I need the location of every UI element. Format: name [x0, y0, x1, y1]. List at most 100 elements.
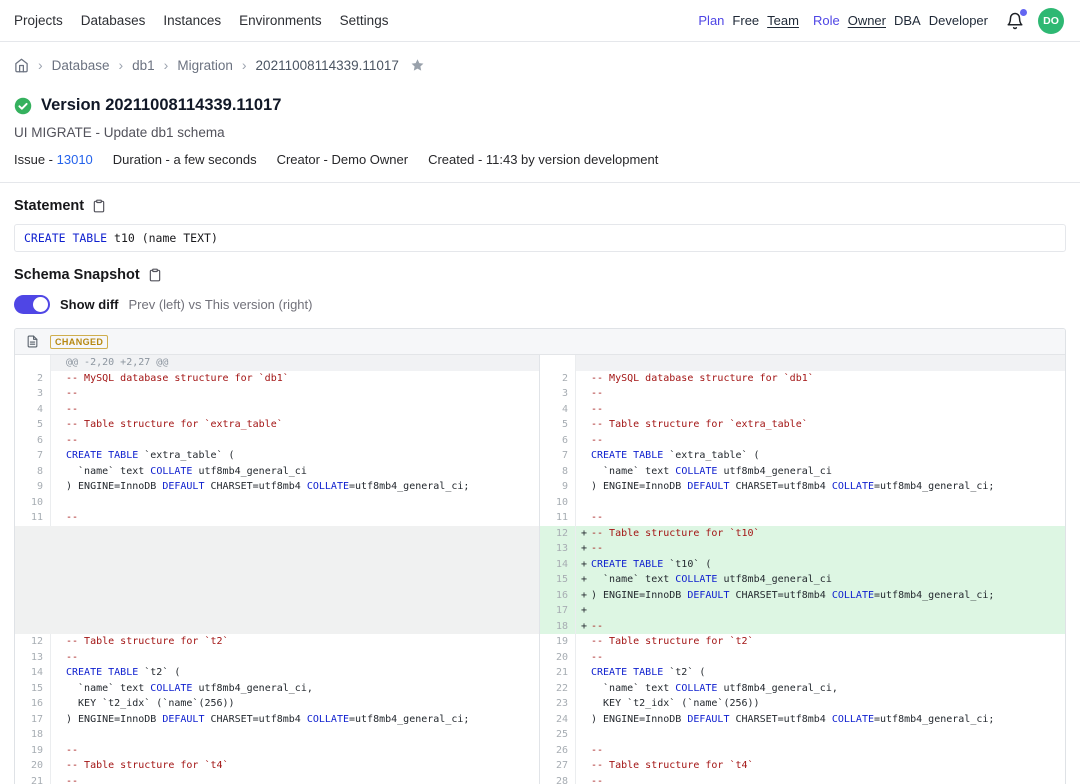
- line-number: 22: [540, 681, 576, 697]
- statement-heading: Statement: [14, 198, 84, 214]
- nav-right: PlanFreeTeam RoleOwnerDBADeveloper DO: [698, 8, 1064, 34]
- diff-prefix: [576, 402, 591, 418]
- diff-prefix: [51, 758, 66, 774]
- issue-link[interactable]: 13010: [57, 152, 93, 167]
- diff-prefix: [51, 495, 66, 511]
- diff-prefix: [51, 355, 66, 371]
- copy-statement-icon[interactable]: [92, 199, 106, 213]
- diff-prefix: [576, 712, 591, 728]
- favorite-star-icon[interactable]: [410, 58, 425, 73]
- version-meta: Issue - 13010 Duration - a few secondsCr…: [14, 152, 1066, 182]
- diff-prefix: +: [576, 557, 591, 573]
- line-number: 3: [540, 386, 576, 402]
- diff-line: 15+ `name` text COLLATE utf8mb4_general_…: [540, 572, 1065, 588]
- line-number: 21: [540, 665, 576, 681]
- line-number: 11: [15, 510, 51, 526]
- breadcrumb-item[interactable]: Database: [52, 58, 110, 73]
- diff-code: CREATE TABLE `t10` (: [591, 557, 1065, 573]
- diff-pane-current: 2-- MySQL database structure for `db1`3-…: [540, 355, 1065, 784]
- diff-prefix: [576, 479, 591, 495]
- diff-prefix: [51, 774, 66, 784]
- breadcrumb-separator: ›: [118, 58, 123, 72]
- show-diff-toggle[interactable]: [14, 295, 50, 314]
- diff-prefix: [51, 650, 66, 666]
- line-number: 8: [540, 464, 576, 480]
- line-number: 12: [15, 634, 51, 650]
- schema-snapshot-heading: Schema Snapshot: [14, 267, 140, 283]
- changed-badge: CHANGED: [50, 335, 108, 349]
- diff-prefix: [51, 727, 66, 743]
- nav-item-databases[interactable]: Databases: [81, 13, 146, 28]
- show-diff-hint: Prev (left) vs This version (right): [129, 297, 313, 312]
- diff-line: 2-- MySQL database structure for `db1`: [15, 371, 539, 387]
- breadcrumb-item[interactable]: 20211008114339.11017: [256, 58, 399, 73]
- schema-snapshot-section: Schema Snapshot Show diff Prev (left) vs…: [0, 252, 1080, 328]
- diff-header: CHANGED: [15, 329, 1065, 355]
- line-number: 2: [15, 371, 51, 387]
- diff-line: 7CREATE TABLE `extra_table` (: [540, 448, 1065, 464]
- avatar[interactable]: DO: [1038, 8, 1064, 34]
- diff-code: --: [591, 386, 1065, 402]
- line-number: 9: [15, 479, 51, 495]
- line-number: 4: [15, 402, 51, 418]
- role-option-dba: DBA: [894, 13, 921, 28]
- line-number: 14: [15, 665, 51, 681]
- line-number: 24: [540, 712, 576, 728]
- nav-item-environments[interactable]: Environments: [239, 13, 322, 28]
- diff-prefix: [576, 650, 591, 666]
- breadcrumb-item[interactable]: db1: [132, 58, 155, 73]
- diff-code: --: [591, 743, 1065, 759]
- line-number: 20: [540, 650, 576, 666]
- home-icon[interactable]: [14, 58, 29, 73]
- diff-code: -- Table structure for `extra_table`: [591, 417, 1065, 433]
- breadcrumb-items: ›Database›db1›Migration›20211008114339.1…: [38, 58, 399, 73]
- line-number: 13: [540, 541, 576, 557]
- plan-label: Plan: [698, 13, 724, 28]
- diff-code: @@ -2,20 +2,27 @@: [66, 355, 539, 371]
- line-number: 15: [15, 681, 51, 697]
- nav-item-projects[interactable]: Projects: [14, 13, 63, 28]
- diff-line: 3 --: [540, 386, 1065, 402]
- diff-line: 18: [15, 727, 539, 743]
- line-number: 25: [540, 727, 576, 743]
- meta-issue: Issue - 13010: [14, 152, 93, 167]
- breadcrumb-item[interactable]: Migration: [177, 58, 233, 73]
- line-number: 23: [540, 696, 576, 712]
- diff-code: `name` text COLLATE utf8mb4_general_ci,: [66, 681, 539, 697]
- bell-icon[interactable]: [1006, 12, 1024, 30]
- diff-prefix: [51, 681, 66, 697]
- line-number: 28: [540, 774, 576, 784]
- version-header: Version 20211008114339.11017 UI MIGRATE …: [0, 88, 1080, 182]
- diff-prefix: [576, 774, 591, 784]
- diff-code: [66, 727, 539, 743]
- line-number: 5: [540, 417, 576, 433]
- diff-line: 17) ENGINE=InnoDB DEFAULT CHARSET=utf8mb…: [15, 712, 539, 728]
- diff-code: -- MySQL database structure for `db1`: [591, 371, 1065, 387]
- nav-item-settings[interactable]: Settings: [340, 13, 389, 28]
- diff-code: ) ENGINE=InnoDB DEFAULT CHARSET=utf8mb4 …: [66, 712, 539, 728]
- diff-prefix: [576, 386, 591, 402]
- main-nav: Projects Databases Instances Environments Se…: [14, 13, 388, 28]
- plan-option-team[interactable]: Team: [767, 13, 799, 28]
- diff-code: `name` text COLLATE utf8mb4_general_ci: [591, 464, 1065, 480]
- role-option-developer: Developer: [929, 13, 988, 28]
- role-option-owner[interactable]: Owner: [848, 13, 886, 28]
- diff-prefix: [51, 371, 66, 387]
- diff-line: 23 KEY `t2_idx` (`name`(256)): [540, 696, 1065, 712]
- line-number: 14: [540, 557, 576, 573]
- diff-line: 13+--: [540, 541, 1065, 557]
- diff-line: 16 KEY `t2_idx` (`name`(256)): [15, 696, 539, 712]
- nav-item-instances[interactable]: Instances: [163, 13, 221, 28]
- diff-prefix: [51, 433, 66, 449]
- diff-line: 20-- Table structure for `t4`: [15, 758, 539, 774]
- sql-keyword: CREATE TABLE: [24, 231, 107, 245]
- diff-line: 11--: [540, 510, 1065, 526]
- copy-schema-icon[interactable]: [148, 268, 162, 282]
- line-number: 6: [540, 433, 576, 449]
- diff-line: 9) ENGINE=InnoDB DEFAULT CHARSET=utf8mb4…: [15, 479, 539, 495]
- diff-line: 7CREATE TABLE `extra_table` (: [15, 448, 539, 464]
- line-number: 19: [540, 634, 576, 650]
- diff-code: [591, 495, 1065, 511]
- line-number: 9: [540, 479, 576, 495]
- diff-code: [591, 355, 1065, 371]
